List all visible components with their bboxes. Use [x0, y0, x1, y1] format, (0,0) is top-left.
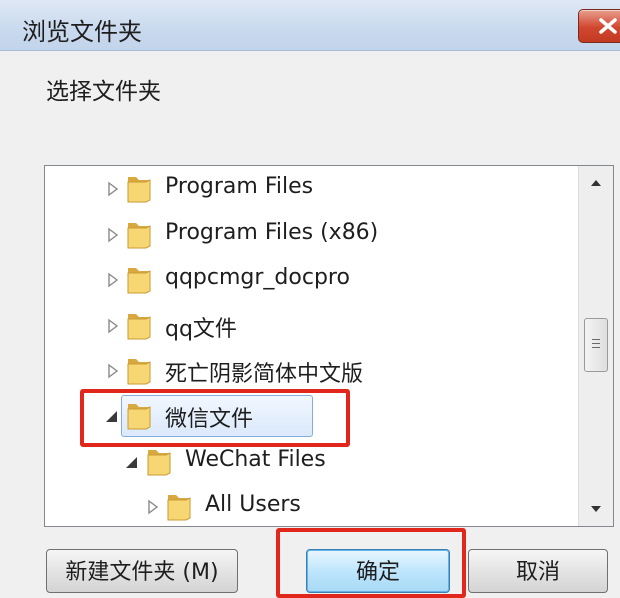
thumb-grip-line — [592, 343, 600, 344]
expand-arrow-icon[interactable] — [105, 318, 121, 334]
collapse-arrow-icon[interactable] — [103, 408, 119, 424]
tree-item-selected[interactable]: 微信文件 — [45, 396, 565, 436]
folder-icon — [147, 450, 171, 476]
scroll-down-arrow-icon — [591, 506, 601, 512]
cancel-button[interactable]: 取消 — [468, 549, 608, 593]
tree-item-label: 死亡阴影简体中文版 — [165, 362, 364, 387]
tree-item-label: qqpcmgr_docpro — [165, 265, 350, 290]
folder-icon — [127, 404, 151, 430]
dialog-prompt: 选择文件夹 — [46, 79, 161, 105]
folder-icon — [127, 359, 151, 385]
ok-button[interactable]: 确定 — [306, 549, 450, 593]
tree-item[interactable]: qq文件 — [45, 306, 565, 346]
expand-arrow-icon[interactable] — [105, 363, 121, 379]
thumb-grip-line — [592, 347, 600, 348]
scroll-up-button[interactable] — [579, 166, 613, 200]
tree-item[interactable]: WeChat Files — [45, 442, 565, 482]
tree-item[interactable]: Program Files — [45, 169, 565, 209]
new-folder-button[interactable]: 新建文件夹 (M) — [46, 549, 238, 593]
tree-item-label: WeChat Files — [185, 447, 326, 472]
tree-item[interactable]: All Users — [45, 487, 565, 526]
tree-item[interactable]: Program Files (x86) — [45, 215, 565, 255]
tree-item-label: qq文件 — [165, 317, 237, 342]
collapse-arrow-icon[interactable] — [123, 454, 139, 470]
tree-item-label: Program Files — [165, 174, 314, 199]
tree-item[interactable]: qqpcmgr_docpro — [45, 260, 565, 300]
close-icon — [599, 18, 617, 34]
expand-arrow-icon[interactable] — [105, 272, 121, 288]
folder-tree[interactable]: Program Files Program Files (x86) qqpcmg… — [44, 165, 614, 527]
scroll-up-arrow-icon — [591, 180, 601, 186]
tree-item-label: 微信文件 — [165, 407, 254, 432]
tree-item[interactable]: 死亡阴影简体中文版 — [45, 351, 565, 391]
close-button[interactable] — [578, 9, 620, 43]
scroll-thumb[interactable] — [584, 318, 608, 372]
tree-item-label: Program Files (x86) — [165, 220, 379, 245]
vertical-scrollbar[interactable] — [578, 166, 613, 526]
folder-icon — [127, 314, 151, 340]
tree-item-label: All Users — [205, 492, 301, 517]
thumb-grip-line — [592, 339, 600, 340]
folder-icon — [167, 495, 191, 521]
expand-arrow-icon[interactable] — [145, 499, 161, 515]
expand-arrow-icon[interactable] — [105, 181, 121, 197]
folder-icon — [127, 223, 151, 249]
window-title: 浏览文件夹 — [22, 18, 142, 46]
folder-icon — [127, 177, 151, 203]
folder-icon — [127, 268, 151, 294]
title-bar: 浏览文件夹 — [0, 0, 620, 51]
scroll-down-button[interactable] — [579, 492, 613, 526]
expand-arrow-icon[interactable] — [105, 227, 121, 243]
